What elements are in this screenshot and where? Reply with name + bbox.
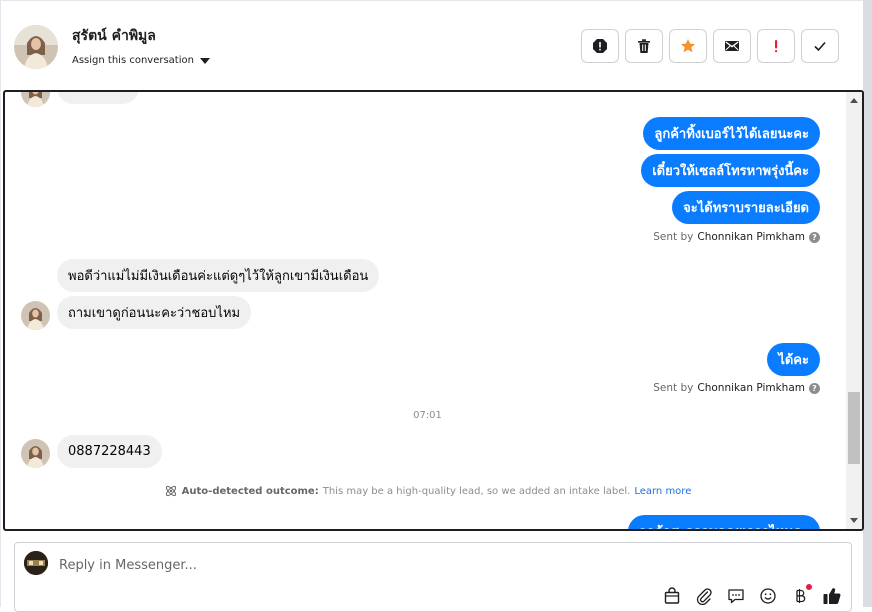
attach-button[interactable] (694, 586, 714, 606)
learn-more-link[interactable]: Learn more (634, 486, 691, 497)
mark-unread-button[interactable] (713, 29, 751, 63)
message-bubble-in[interactable]: 0887228443 (57, 435, 162, 468)
page-avatar (24, 551, 48, 575)
contact-avatar-small (21, 301, 50, 330)
spam-icon (593, 39, 607, 53)
paperclip-icon (696, 588, 712, 605)
left-border (0, 0, 1, 607)
sent-by-label: Sent by Chonnikan Pimkham ? (653, 382, 820, 394)
outcome-text: This may be a high-quality lead, so we a… (322, 485, 631, 497)
scroll-thumb[interactable] (848, 392, 860, 464)
emoji-button[interactable] (758, 586, 778, 606)
message-bubble-out[interactable]: จะได้ทราบรายละเอียด (672, 191, 820, 224)
shop-button[interactable] (662, 586, 682, 606)
scroll-down-icon[interactable] (850, 518, 858, 523)
sender-name: Chonnikan Pimkham (697, 231, 805, 243)
bag-icon (664, 587, 680, 604)
contact-avatar-small (21, 92, 50, 107)
notification-dot (806, 584, 812, 590)
message-thread[interactable]: ลูกค้าทิ้งเบอร์ไว้ได้เลยนะคะ เดี๋ยวให้เซ… (3, 90, 864, 531)
emoji-icon (760, 588, 776, 604)
scroll-up-icon[interactable] (850, 98, 858, 103)
caret-down-icon (199, 57, 210, 64)
message-bubble-in[interactable]: ถามเขาดูก่อนนะคะว่าชอบไหม (57, 296, 252, 329)
trash-icon (638, 39, 650, 53)
contact-name[interactable]: สุรัตน์ คำพิมูล (72, 25, 156, 47)
message-bubble-in-partial[interactable] (57, 92, 139, 104)
composer-tools (662, 584, 842, 606)
mark-done-button[interactable] (801, 29, 839, 63)
sent-by-label: Sent by Chonnikan Pimkham ? (653, 231, 820, 243)
auto-detected-outcome: Auto-detected outcome: This may be a hig… (5, 484, 850, 498)
contact-avatar-small (21, 439, 50, 468)
mail-icon (725, 41, 739, 51)
conversation-actions (581, 29, 839, 63)
message-bubble-out-partial[interactable]: ลูกค้าสะดวกพูดคุยเวลาไหนคะ (627, 515, 820, 529)
sent-by-prefix: Sent by (653, 382, 694, 394)
help-icon[interactable]: ? (809, 231, 820, 243)
assign-label: Assign this conversation (72, 55, 194, 66)
thumbs-up-icon (823, 588, 841, 604)
atom-icon (165, 485, 176, 497)
message-bubble-in[interactable]: พอดีว่าแม่ไม่มีเงินเดือนค่ะแต่ดูๆไว้ให้ล… (57, 259, 380, 292)
message-bubble-out[interactable]: ได้คะ (767, 343, 820, 376)
conversation-header: สุรัตน์ คำพิมูล Assign this conversation (0, 0, 863, 90)
check-icon (814, 41, 826, 52)
star-icon (681, 39, 695, 53)
star-button[interactable] (669, 29, 707, 63)
contact-avatar[interactable] (14, 25, 58, 69)
page-scrollbar[interactable] (863, 0, 872, 607)
message-timestamp: 07:01 (413, 410, 442, 421)
messenger-inbox: สุรัตน์ คำพิมูล Assign this conversation (0, 0, 872, 612)
message-bubble-out[interactable]: เดี๋ยวให้เซลล์โทรหาพรุ่งนี้คะ (641, 154, 820, 187)
chat-icon (728, 589, 744, 604)
message-bubble-out[interactable]: ลูกค้าทิ้งเบอร์ไว้ได้เลยนะคะ (643, 117, 820, 150)
sender-name: Chonnikan Pimkham (697, 382, 805, 394)
reply-input[interactable] (59, 554, 759, 576)
like-button[interactable] (822, 586, 842, 606)
follow-up-button[interactable] (757, 29, 795, 63)
mark-spam-button[interactable] (581, 29, 619, 63)
outcome-title: Auto-detected outcome: (181, 485, 319, 497)
assign-conversation-dropdown[interactable]: Assign this conversation (72, 55, 210, 66)
sent-by-prefix: Sent by (653, 231, 694, 243)
help-icon[interactable]: ? (809, 382, 820, 394)
important-icon (775, 40, 778, 53)
payment-button[interactable] (790, 584, 812, 606)
baht-icon (796, 589, 806, 603)
reply-composer (14, 542, 852, 612)
thread-scrollbar[interactable] (846, 92, 862, 529)
delete-button[interactable] (625, 29, 663, 63)
saved-replies-button[interactable] (726, 586, 746, 606)
